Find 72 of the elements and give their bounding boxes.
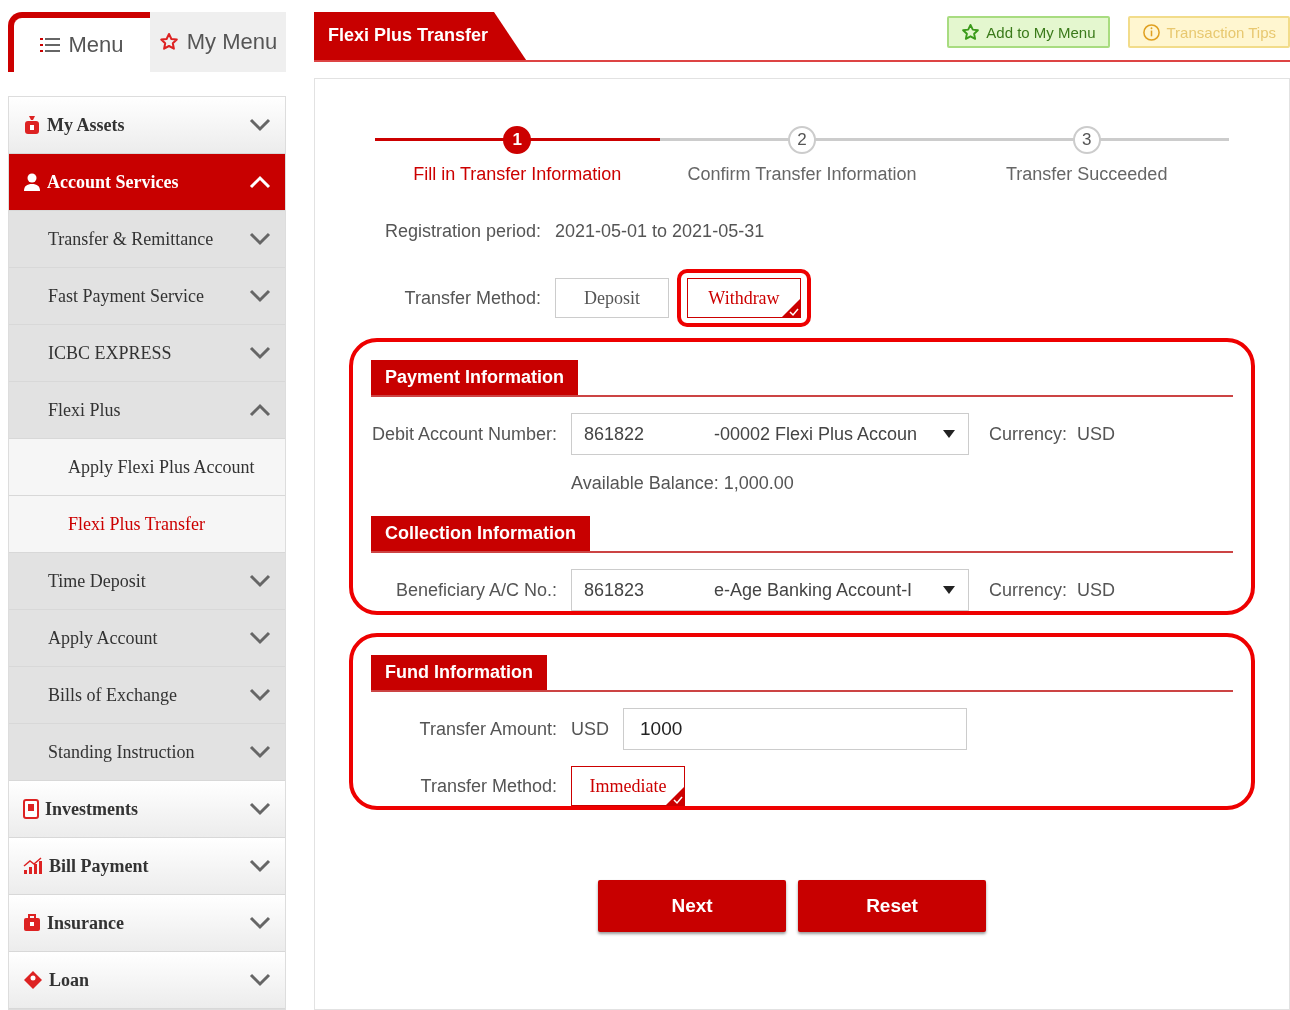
section-title: Collection Information	[371, 516, 590, 551]
account-select[interactable]: 861822 -00002 Flexi Plus Accoun	[571, 413, 969, 455]
balance-text: Available Balance: 1,000.00	[571, 473, 794, 494]
field-value: 2021-05-01 to 2021-05-31	[555, 221, 765, 242]
submenu-item[interactable]: Flexi Plus Transfer	[9, 496, 285, 553]
step-label: Confirm Transfer Information	[687, 164, 917, 185]
field-label: Registration period:	[383, 221, 542, 242]
field-label: Transfer Method:	[403, 287, 542, 309]
chevron-down-icon	[249, 232, 271, 246]
chevron-down-icon	[249, 289, 271, 303]
submenu-item[interactable]: Apply Account	[9, 610, 285, 667]
currency-label: Currency:	[989, 423, 1068, 445]
step-number: 3	[1072, 125, 1101, 154]
list-icon	[40, 37, 61, 53]
menu-tab[interactable]: My Menu	[150, 12, 286, 72]
chevron-down-icon	[249, 631, 271, 645]
chevron-down-icon	[249, 574, 271, 588]
currency-value: USD	[571, 718, 609, 740]
option-button[interactable]: Immediate	[571, 766, 685, 806]
chart-icon	[23, 857, 43, 875]
money-bag-icon	[23, 115, 41, 135]
step-label: Transfer Succeeded	[1005, 164, 1168, 185]
chevron-down-icon	[249, 118, 271, 132]
currency-value: USD	[1077, 579, 1116, 601]
option-button[interactable]: Deposit	[555, 278, 669, 318]
document-icon	[23, 799, 39, 819]
action-button[interactable]: Next	[598, 880, 786, 932]
star-icon	[961, 22, 981, 42]
dropdown-arrow-icon	[942, 586, 956, 594]
submenu-item[interactable]: ICBC EXPRESS	[9, 325, 285, 382]
section-title: Payment Information	[371, 360, 579, 395]
dropdown-arrow-icon	[942, 430, 956, 438]
submenu-item[interactable]: Apply Flexi Plus Account	[9, 439, 285, 496]
chevron-up-icon	[249, 175, 271, 189]
currency-value: USD	[1077, 423, 1116, 445]
currency-label: Currency:	[989, 579, 1068, 601]
person-icon	[23, 173, 41, 191]
field-label: Transfer Amount:	[418, 718, 558, 740]
submenu-item[interactable]: Bills of Exchange	[9, 667, 285, 724]
field-label: Beneficiary A/C No.:	[394, 579, 558, 601]
submenu-item[interactable]: Transfer & Remittance	[9, 211, 285, 268]
option-button[interactable]: Withdraw	[687, 278, 801, 318]
step-number: 2	[788, 125, 816, 154]
chevron-up-icon	[249, 403, 271, 417]
account-select[interactable]: 861823 e-Age Banking Account-I	[571, 569, 969, 611]
submenu-item[interactable]: Time Deposit	[9, 553, 285, 610]
field-label: Debit Account Number:	[371, 423, 558, 445]
section-title: Fund Information	[371, 655, 547, 690]
star-icon	[158, 32, 179, 52]
tag-icon	[23, 970, 43, 990]
menu-item[interactable]: Account Services	[9, 154, 285, 211]
field-label: Transfer Method:	[419, 775, 558, 797]
action-button[interactable]: Reset	[798, 880, 986, 932]
step-number: 1	[503, 125, 532, 154]
submenu-item[interactable]: Fast Payment Service	[9, 268, 285, 325]
chevron-down-icon	[249, 859, 271, 873]
submenu-item[interactable]: Standing Instruction	[9, 724, 285, 781]
add-menu-button[interactable]: Add to My Menu	[947, 16, 1110, 48]
chevron-down-icon	[249, 973, 271, 987]
step-label: Fill in Transfer Information	[413, 164, 622, 185]
chevron-down-icon	[249, 688, 271, 702]
menu-tab[interactable]: Menu	[8, 12, 150, 72]
chevron-down-icon	[249, 346, 271, 360]
chevron-down-icon	[249, 745, 271, 759]
briefcase-icon	[23, 914, 41, 932]
check-corner-icon	[782, 299, 800, 317]
check-corner-icon	[666, 787, 684, 805]
chevron-down-icon	[249, 916, 271, 930]
info-icon	[1141, 22, 1161, 42]
submenu-item[interactable]: Flexi Plus	[9, 382, 285, 439]
chevron-down-icon	[249, 802, 271, 816]
amount-field[interactable]: 1000	[623, 708, 967, 750]
